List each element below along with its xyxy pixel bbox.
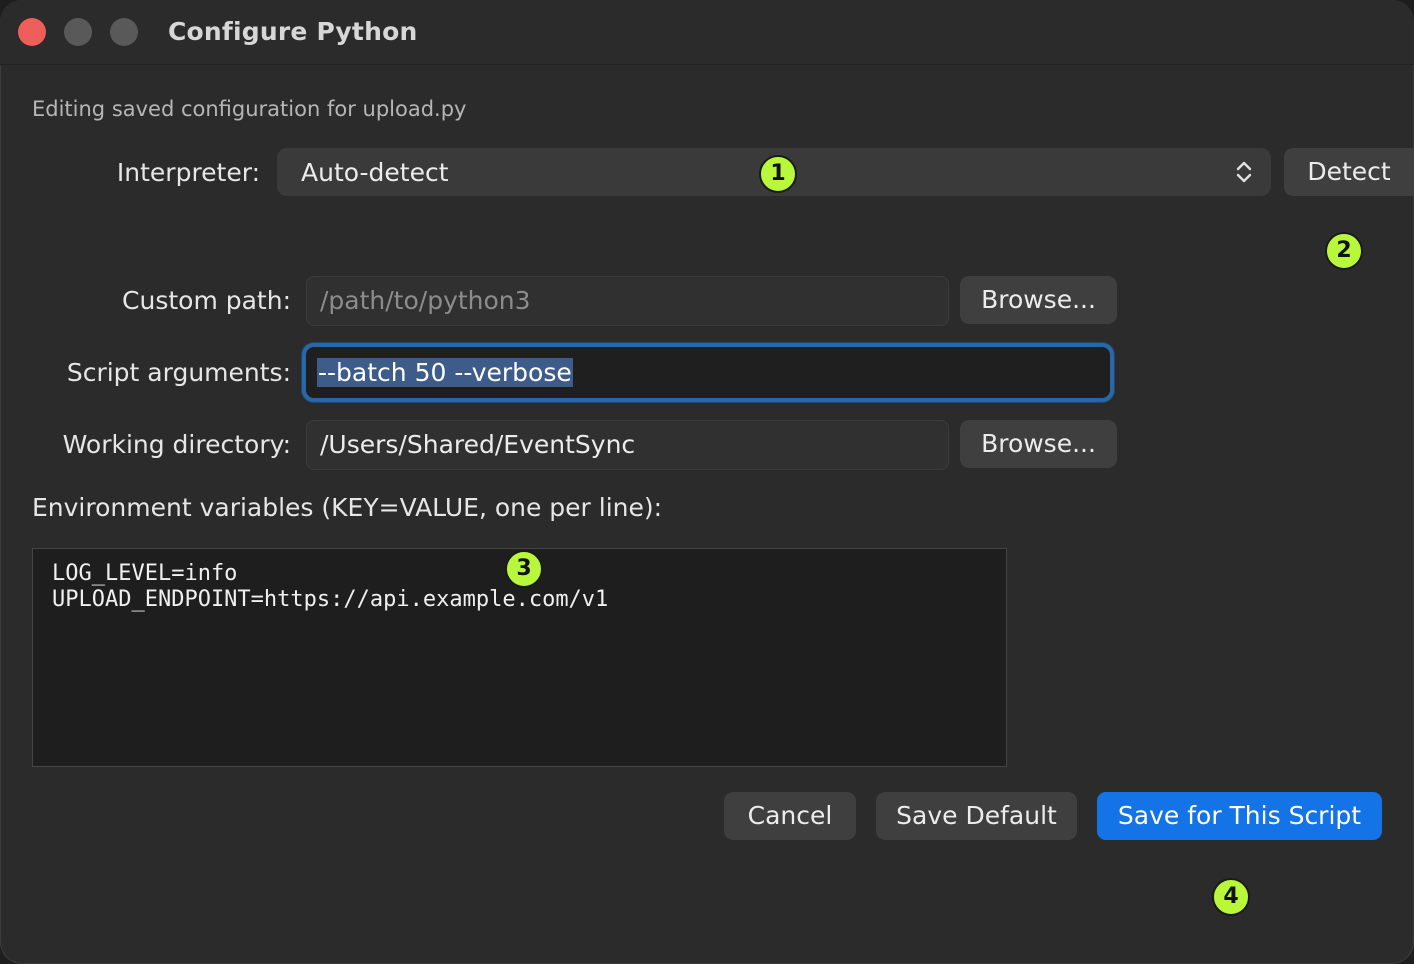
annotation-badge-2: 2: [1325, 232, 1363, 270]
custom-path-label: Custom path:: [122, 286, 291, 315]
cancel-button[interactable]: Cancel: [724, 792, 856, 840]
close-window-button[interactable]: [18, 18, 46, 46]
env-line: LOG_LEVEL=info: [52, 561, 238, 586]
save-for-this-script-button[interactable]: Save for This Script: [1097, 792, 1382, 840]
interpreter-selected-value: Auto-detect: [301, 158, 449, 187]
interpreter-label: Interpreter:: [116, 158, 260, 187]
script-arguments-input[interactable]: --batch 50 --verbose: [302, 343, 1114, 402]
working-directory-label: Working directory:: [62, 430, 291, 459]
save-default-button[interactable]: Save Default: [876, 792, 1077, 840]
annotation-badge-1: 1: [759, 155, 797, 193]
env-line: UPLOAD_ENDPOINT=https://api.example.com/…: [52, 587, 609, 612]
script-arguments-label: Script arguments:: [66, 358, 291, 387]
detect-button[interactable]: Detect: [1284, 148, 1414, 196]
working-directory-input[interactable]: /Users/Shared/EventSync: [306, 420, 949, 470]
annotation-badge-4: 4: [1212, 878, 1250, 916]
dialog-subtitle: Editing saved configuration for upload.p…: [32, 97, 467, 121]
selected-text: --batch 50 --verbose: [317, 358, 573, 387]
annotation-badge-3: 3: [505, 550, 543, 588]
working-directory-browse-button[interactable]: Browse...: [960, 420, 1117, 468]
minimize-window-button[interactable]: [64, 18, 92, 46]
environment-variables-label: Environment variables (KEY=VALUE, one pe…: [32, 493, 663, 522]
custom-path-browse-button[interactable]: Browse...: [960, 276, 1117, 324]
window-title: Configure Python: [168, 17, 418, 46]
custom-path-input[interactable]: /path/to/python3: [306, 276, 949, 326]
chevron-up-down-icon: [1233, 158, 1255, 186]
configure-python-dialog: Configure Python Editing saved configura…: [0, 0, 1414, 964]
title-bar: Configure Python: [0, 0, 1414, 65]
zoom-window-button[interactable]: [110, 18, 138, 46]
